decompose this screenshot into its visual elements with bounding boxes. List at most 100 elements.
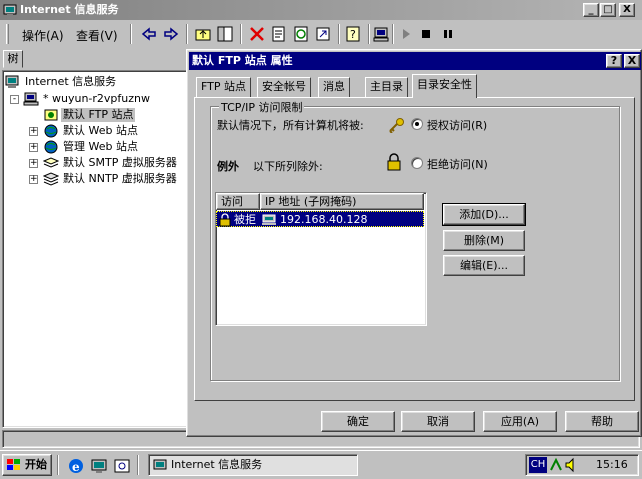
- tree-item-ftp-site[interactable]: 默认 FTP 站点: [61, 108, 136, 122]
- deny-access-radio[interactable]: [411, 157, 423, 169]
- add-button[interactable]: 添加(D)...: [442, 203, 526, 226]
- delete-icon[interactable]: [248, 25, 266, 43]
- tab-security-accounts[interactable]: 安全帐号: [257, 77, 311, 97]
- taskbar-separator: [137, 455, 139, 475]
- tab-ftp-site[interactable]: FTP 站点: [196, 77, 251, 97]
- key-icon: [389, 118, 404, 133]
- up-folder-icon[interactable]: [194, 25, 212, 43]
- lock-icon: [387, 153, 401, 171]
- remove-button[interactable]: 删除(M): [443, 230, 525, 251]
- tree-expander[interactable]: +: [29, 159, 38, 168]
- tree-item-web-site[interactable]: 默认 Web 站点: [61, 124, 140, 138]
- toolbar-separator: [240, 24, 242, 44]
- play-icon[interactable]: [397, 25, 415, 43]
- computer-icon: [262, 214, 276, 225]
- row-ip: 192.168.40.128: [280, 213, 368, 226]
- menu-view[interactable]: 查看(V): [76, 27, 118, 44]
- clock[interactable]: 15:16: [596, 455, 628, 475]
- dialog-help-button[interactable]: ?: [606, 54, 622, 68]
- desktop-icon[interactable]: [90, 457, 108, 475]
- deny-access-label[interactable]: 拒绝访问(N): [427, 156, 488, 172]
- table-row[interactable]: 被拒 192.168.40.128: [216, 211, 424, 227]
- taskbar-item-iis[interactable]: Internet 信息服务: [148, 454, 358, 476]
- svg-text:?: ?: [350, 28, 356, 41]
- back-icon[interactable]: [140, 25, 158, 43]
- system-tray: CH 15:16: [525, 454, 639, 476]
- network-icon[interactable]: [548, 457, 564, 473]
- toolbar-separator: [368, 24, 370, 44]
- admin-site-icon: [44, 140, 58, 154]
- default-text: 默认情况下，所有计算机将被:: [217, 119, 364, 132]
- show-pane-icon[interactable]: [216, 25, 234, 43]
- exception-list[interactable]: 访问 IP 地址 (子网掩码) 被拒 192.168.40.128: [215, 192, 427, 326]
- dialog-close-button[interactable]: X: [624, 54, 640, 68]
- cancel-button[interactable]: 取消: [401, 411, 475, 432]
- properties-icon[interactable]: [270, 25, 288, 43]
- taskbar-separator: [57, 455, 59, 475]
- svg-text:e: e: [72, 460, 80, 474]
- computer-icon[interactable]: [372, 25, 390, 43]
- maximize-button[interactable]: □: [600, 3, 616, 17]
- stop-icon[interactable]: [417, 25, 435, 43]
- tab-messages[interactable]: 消息: [318, 77, 350, 97]
- close-button[interactable]: X: [619, 3, 635, 17]
- start-button[interactable]: 开始: [2, 454, 52, 476]
- main-title-bar[interactable]: Internet 信息服务: [0, 0, 642, 20]
- row-access: 被拒: [234, 213, 256, 226]
- windows-logo-icon: [7, 459, 20, 470]
- help-button[interactable]: 帮助: [565, 411, 639, 432]
- grant-access-radio[interactable]: [411, 118, 423, 130]
- tree-pane[interactable]: Internet 信息服务 - * wuyun-r2vpfuznw 默认 FTP…: [2, 70, 188, 428]
- edit-button[interactable]: 编辑(E)...: [443, 255, 525, 276]
- apply-button[interactable]: 应用(A): [483, 411, 557, 432]
- volume-icon[interactable]: [564, 457, 580, 473]
- tree-item-server[interactable]: * wuyun-r2vpfuznw: [41, 92, 152, 106]
- main-title-text: Internet 信息服务: [20, 3, 119, 16]
- menu-action[interactable]: 操作(A): [22, 27, 64, 44]
- refresh-icon[interactable]: [292, 25, 310, 43]
- except-label: 例外: [217, 160, 239, 173]
- ftp-site-icon: [44, 109, 58, 121]
- iis-icon: [5, 75, 19, 88]
- col-header-access[interactable]: 访问: [216, 193, 260, 210]
- tree-expander[interactable]: +: [29, 175, 38, 184]
- toolbar-separator: [392, 24, 394, 44]
- toolbar-separator: [186, 24, 188, 44]
- tab-panel: TCP/IP 访问限制 默认情况下，所有计算机将被: 授权访问(R) 例外 以下…: [194, 97, 635, 401]
- toolbar-separator: [338, 24, 340, 44]
- pause-icon[interactable]: [439, 25, 457, 43]
- tab-tree[interactable]: 树: [3, 50, 23, 68]
- col-header-ip[interactable]: IP 地址 (子网掩码): [260, 193, 424, 210]
- minimize-button[interactable]: _: [583, 3, 599, 17]
- radio-dot: [415, 122, 419, 126]
- tree-item-admin-site[interactable]: 管理 Web 站点: [61, 140, 140, 154]
- properties-dialog: 默认 FTP 站点 属性 ? X FTP 站点 安全帐号 消息 主目录 目录安全…: [186, 49, 642, 437]
- tcpip-access-group: TCP/IP 访问限制 默认情况下，所有计算机将被: 授权访问(R) 例外 以下…: [210, 99, 620, 381]
- tree-expander[interactable]: +: [29, 143, 38, 152]
- dialog-title: 默认 FTP 站点 属性: [192, 54, 293, 67]
- nntp-server-icon: [43, 172, 59, 186]
- tree-expander[interactable]: -: [10, 95, 19, 104]
- iis-icon: [153, 459, 167, 470]
- ie-icon[interactable]: e: [67, 457, 85, 475]
- tree-expander[interactable]: +: [29, 127, 38, 136]
- tree-item-smtp[interactable]: 默认 SMTP 虚拟服务器: [61, 156, 179, 170]
- ok-button[interactable]: 确定: [321, 411, 395, 432]
- server-icon: [23, 92, 39, 106]
- outlook-icon[interactable]: [113, 457, 131, 475]
- except-text: 以下所列除外:: [253, 160, 323, 173]
- tree-item-nntp[interactable]: 默认 NNTP 虚拟服务器: [61, 172, 179, 186]
- tree-item-root[interactable]: Internet 信息服务: [23, 75, 118, 89]
- toolbar-grip: [6, 24, 9, 44]
- dialog-title-bar[interactable]: 默认 FTP 站点 属性: [189, 52, 641, 70]
- forward-icon[interactable]: [162, 25, 180, 43]
- smtp-server-icon: [43, 157, 59, 168]
- export-icon[interactable]: [314, 25, 332, 43]
- group-title: TCP/IP 访问限制: [219, 99, 305, 115]
- grant-access-label[interactable]: 授权访问(R): [427, 117, 487, 133]
- tab-home-directory[interactable]: 主目录: [365, 77, 408, 97]
- help-icon[interactable]: ?: [344, 25, 362, 43]
- tab-directory-security[interactable]: 目录安全性: [412, 74, 477, 98]
- language-indicator[interactable]: CH: [529, 457, 547, 473]
- taskbar: 开始 e Internet 信息服务 CH 15:16: [0, 450, 642, 479]
